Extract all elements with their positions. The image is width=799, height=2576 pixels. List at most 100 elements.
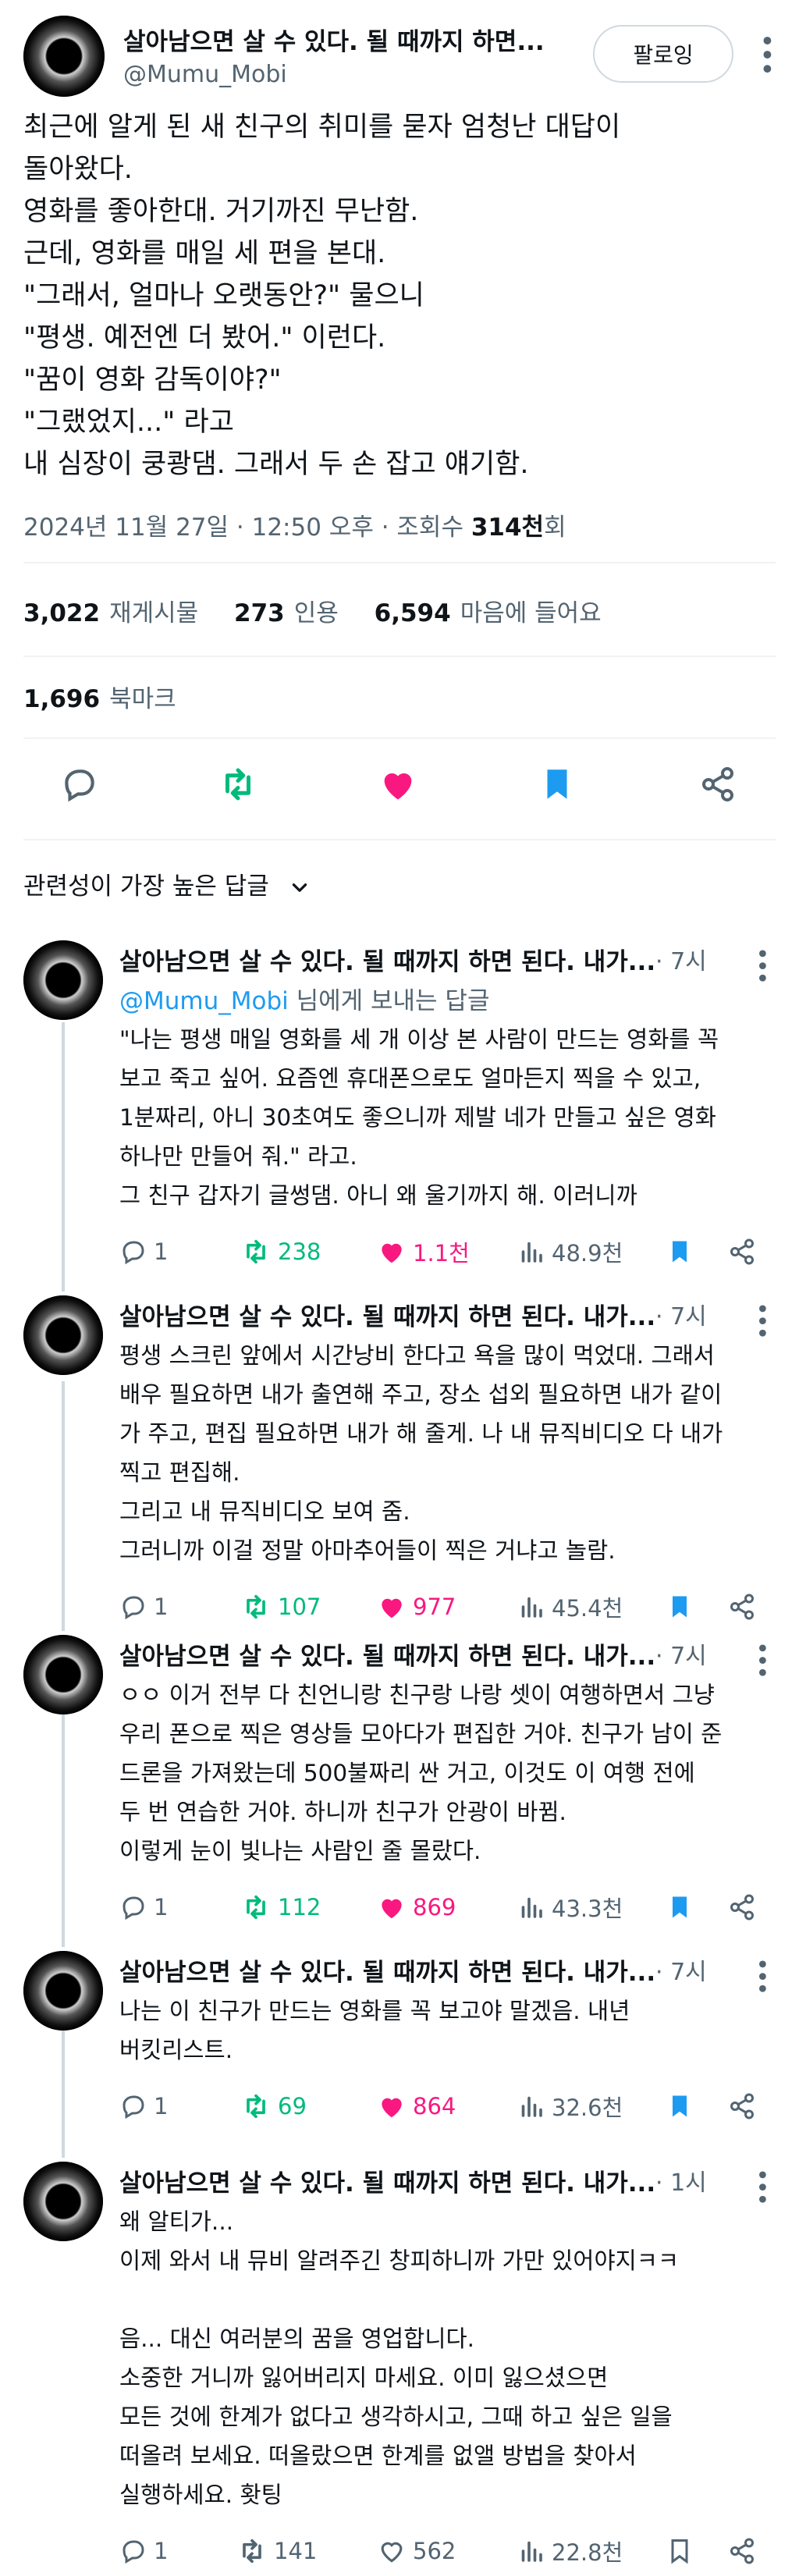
- author-name[interactable]: 살아남으면 살 수 있다. 될 때까지 하면 된다. 내가...: [119, 942, 655, 977]
- retweet-button[interactable]: 238: [240, 1232, 321, 1271]
- reply-button[interactable]: 1: [119, 2087, 168, 2126]
- bookmark-button[interactable]: [666, 1888, 700, 1927]
- share-button[interactable]: [728, 1587, 762, 1626]
- reply-count: 1: [154, 1894, 169, 1920]
- views-icon: [521, 1242, 542, 1263]
- timestamp[interactable]: · 1시: [655, 2163, 707, 2198]
- reply-text: ㅇㅇ 이거 전부 다 친언니랑 친구랑 나랑 셋이 여행하면서 그냥 우리 폰으로…: [119, 1675, 783, 1871]
- more-icon[interactable]: •••: [748, 1302, 775, 1338]
- share-button[interactable]: [728, 2087, 762, 2126]
- reply-tweet[interactable]: 살아남으면 살 수 있다. 될 때까지 하면 된다. 내가... · 7시 ••• @…: [0, 940, 799, 1279]
- author-handle[interactable]: @Mumu_Mobi: [123, 61, 287, 88]
- views-icon: [521, 2096, 542, 2117]
- views-button[interactable]: 45.4천: [517, 1587, 623, 1626]
- more-icon[interactable]: •••: [748, 2168, 775, 2205]
- share-button[interactable]: [728, 2532, 762, 2571]
- reply-button[interactable]: 1: [119, 1232, 168, 1271]
- bookmark-icon: [547, 769, 567, 799]
- like-label[interactable]: 마음에 들어요: [460, 599, 602, 627]
- timestamp[interactable]: · 7시: [655, 1636, 707, 1671]
- author-name[interactable]: 살아남으면 살 수 있다. 될 때까지 하면...: [123, 22, 545, 57]
- reply-text-line: 우리 폰으로 찍은 영상들 모아다가 편집한 거야. 친구가 남이 준: [119, 1721, 723, 1747]
- views-button[interactable]: 22.8천: [517, 2532, 623, 2571]
- reply-action-bar: 1 141 562 22.8천: [119, 2532, 783, 2571]
- views-button[interactable]: 32.6천: [517, 2087, 623, 2126]
- views-button[interactable]: 48.9천: [517, 1232, 623, 1271]
- tweet-text-line: "평생. 예전엔 더 봤어." 이런다.: [23, 322, 386, 354]
- like-button[interactable]: 1.1천: [377, 1232, 470, 1271]
- reply-icon: [123, 1241, 144, 1265]
- bookmark-button[interactable]: [666, 2087, 700, 2126]
- bookmark-button[interactable]: [526, 753, 588, 815]
- timestamp[interactable]: · 7시: [655, 1952, 707, 1987]
- avatar[interactable]: [23, 1635, 103, 1714]
- reply-text-line: 실행하세요. 홧팅: [119, 2482, 282, 2508]
- like-count[interactable]: 6,594: [375, 599, 451, 627]
- retweet-label[interactable]: 재게시물: [109, 599, 198, 627]
- author-name[interactable]: 살아남으면 살 수 있다. 될 때까지 하면 된다. 내가...: [119, 1952, 655, 1988]
- timestamp[interactable]: · 7시: [655, 1297, 707, 1331]
- bookmark-button[interactable]: [666, 1587, 700, 1626]
- tweet-text-line: "그랬었지..." 라고: [23, 407, 234, 438]
- more-icon[interactable]: •••: [748, 947, 775, 983]
- retweet-button[interactable]: 112: [240, 1888, 321, 1927]
- avatar[interactable]: [23, 1951, 103, 2031]
- quote-label[interactable]: 인용: [294, 599, 339, 627]
- retweet-icon: [247, 1594, 265, 1619]
- share-button[interactable]: [728, 1232, 762, 1271]
- share-button[interactable]: [687, 753, 749, 815]
- author-name[interactable]: 살아남으면 살 수 있다. 될 때까지 하면 된다. 내가...: [119, 2163, 655, 2198]
- retweet-icon: [247, 1895, 265, 1920]
- more-icon[interactable]: •••: [748, 1641, 775, 1678]
- reply-text: "나는 평생 매일 영화를 세 개 이상 본 사람이 만드는 영화를 꼭 보고 죽…: [119, 1020, 783, 1215]
- reply-text-line: 1분짜리, 아니 30초여도 좋으니까 제발 네가 만들고 싶은 영화: [119, 1104, 716, 1131]
- avatar[interactable]: [23, 1295, 103, 1375]
- following-button[interactable]: 팔로잉: [593, 25, 733, 83]
- reply-tweet[interactable]: 살아남으면 살 수 있다. 될 때까지 하면 된다. 내가... · 7시 ••• 나…: [0, 1951, 799, 2134]
- like-button[interactable]: 977: [377, 1587, 456, 1626]
- reply-button[interactable]: 1: [119, 2532, 168, 2571]
- timestamp[interactable]: 2024년 11월 27일 · 12:50 오후 · 조회수: [23, 513, 471, 542]
- avatar[interactable]: [23, 940, 103, 1020]
- quote-count[interactable]: 273: [234, 599, 285, 627]
- views-button[interactable]: 43.3천: [517, 1888, 623, 1927]
- retweet-button[interactable]: 107: [240, 1587, 321, 1626]
- reply-tweet[interactable]: 살아남으면 살 수 있다. 될 때까지 하면 된다. 내가... · 1시 ••• 왜…: [0, 2162, 799, 2576]
- reply-button[interactable]: [48, 753, 111, 815]
- author-name[interactable]: 살아남으면 살 수 있다. 될 때까지 하면 된다. 내가...: [119, 1636, 655, 1672]
- bookmark-count[interactable]: 1,696: [23, 685, 100, 713]
- reply-tweet[interactable]: 살아남으면 살 수 있다. 될 때까지 하면 된다. 내가... · 7시 ••• 평…: [0, 1295, 799, 1634]
- retweet-count[interactable]: 3,022: [23, 599, 100, 627]
- bookmark-button[interactable]: [666, 2532, 700, 2571]
- author-name[interactable]: 살아남으면 살 수 있다. 될 때까지 하면 된다. 내가...: [119, 1297, 655, 1332]
- bookmark-button[interactable]: [666, 1232, 700, 1271]
- more-icon[interactable]: •••: [748, 1957, 775, 1994]
- reply-text-line: 음... 대신 여러분의 꿈을 영업합니다.: [119, 2326, 474, 2352]
- share-button[interactable]: [728, 1888, 762, 1927]
- reply-text-line: [119, 2280, 783, 2319]
- like-button[interactable]: 869: [377, 1888, 456, 1927]
- views-count: 32.6천: [552, 2095, 623, 2121]
- avatar[interactable]: [23, 2162, 103, 2241]
- reply-button[interactable]: 1: [119, 1888, 168, 1927]
- retweet-count: 238: [278, 1238, 321, 1265]
- reply-sort-dropdown[interactable]: 관련성이 가장 높은 답글: [23, 866, 310, 901]
- avatar[interactable]: [23, 16, 105, 97]
- view-suffix: 회: [544, 513, 566, 542]
- share-icon: [730, 1894, 754, 1920]
- timestamp[interactable]: · 7시: [655, 942, 707, 976]
- like-button[interactable]: 864: [377, 2087, 456, 2126]
- like-button[interactable]: 562: [377, 2532, 456, 2571]
- heart-icon: [382, 1243, 402, 1263]
- bookmark-label[interactable]: 북마크: [109, 685, 176, 713]
- retweet-button[interactable]: [207, 753, 269, 815]
- reply-to-handle[interactable]: @Mumu_Mobi: [119, 987, 289, 1015]
- reply-text-line: 소중한 거니까 잃어버리지 마세요. 이미 잃으셨으면: [119, 2365, 609, 2391]
- more-icon[interactable]: •••: [751, 33, 782, 75]
- reply-tweet[interactable]: 살아남으면 살 수 있다. 될 때까지 하면 된다. 내가... · 7시 ••• ㅇ…: [0, 1635, 799, 1935]
- like-button[interactable]: [367, 753, 429, 815]
- retweet-button[interactable]: 69: [240, 2087, 307, 2126]
- reply-icon: [65, 769, 94, 802]
- retweet-button[interactable]: 141: [236, 2532, 317, 2571]
- reply-button[interactable]: 1: [119, 1587, 168, 1626]
